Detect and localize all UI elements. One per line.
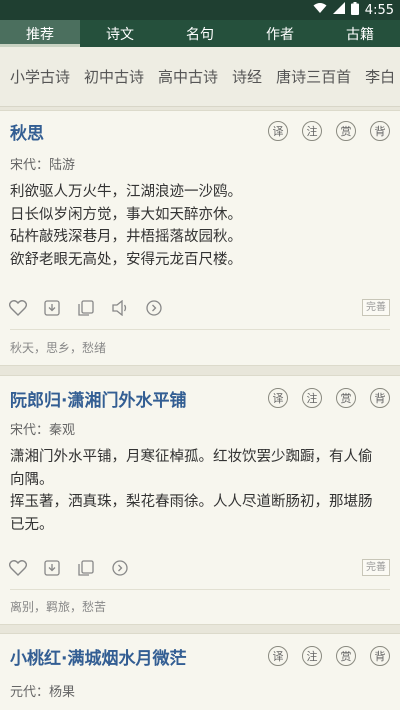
- tab-classics[interactable]: 古籍: [320, 20, 400, 47]
- appreciate-button[interactable]: 赏: [336, 646, 356, 666]
- battery-icon: [350, 1, 359, 19]
- tab-authors[interactable]: 作者: [240, 20, 320, 47]
- appreciate-button[interactable]: 赏: [336, 388, 356, 408]
- poem-title[interactable]: 阮郎归·潇湘门外水平铺: [10, 386, 186, 411]
- status-bar: 4:55: [0, 0, 400, 20]
- recite-button[interactable]: 背: [370, 121, 390, 141]
- divider: [10, 329, 390, 330]
- download-icon[interactable]: [42, 558, 62, 578]
- poem-title[interactable]: 小桃红·满城烟水月微茫: [10, 644, 186, 669]
- annotate-button[interactable]: 注: [302, 646, 322, 666]
- annotate-button[interactable]: 注: [302, 388, 322, 408]
- poem-author: 元代：杨果: [10, 685, 76, 700]
- translate-button[interactable]: 译: [268, 646, 288, 666]
- poem-line: 向隅。: [10, 471, 54, 488]
- poem-line: 利欲驱人万火牛，江湖浪迹一沙鸥。: [10, 184, 242, 200]
- category-li-bai[interactable]: 李白: [365, 66, 395, 87]
- poem-author: 宋代：秦观: [10, 423, 76, 438]
- poem-content: 利欲驱人万火牛，江湖浪迹一沙鸥。 日长似岁闲方觉，事大如天醉亦休。 砧杵敲残深巷…: [10, 181, 390, 271]
- download-icon[interactable]: [42, 298, 62, 318]
- translate-button[interactable]: 译: [268, 388, 288, 408]
- category-senior-high[interactable]: 高中古诗: [158, 66, 218, 87]
- complete-button[interactable]: 完善: [362, 299, 390, 316]
- poem-card: 阮郎归·潇湘门外水平铺 译 注 赏 背 宋代：秦观 潇湘门外水平铺，月寒征棹孤。…: [0, 375, 400, 625]
- status-time: 4:55: [364, 2, 394, 18]
- category-tang-300[interactable]: 唐诗三百首: [276, 66, 351, 87]
- wifi-icon: [313, 2, 327, 18]
- poem-content: 潇湘门外水平铺，月寒征棹孤。红妆饮罢少踟蹰，有人偷 向隅。 挥玉著，洒真珠，梨花…: [10, 446, 390, 536]
- poem-tags[interactable]: 离别，羁旅，愁苦: [10, 598, 106, 615]
- poem-line: 潇湘门外水平铺，月寒征棹孤。红妆饮罢少踟蹰，有人偷: [10, 449, 373, 465]
- copy-icon[interactable]: [76, 558, 96, 578]
- poem-card: 秋思 译 注 赏 背 宋代：陆游 利欲驱人万火牛，江湖浪迹一沙鸥。 日长似岁闲方…: [0, 110, 400, 366]
- annotate-button[interactable]: 注: [302, 121, 322, 141]
- category-bar: 小学古诗 初中古诗 高中古诗 诗经 唐诗三百首 李白: [0, 47, 400, 107]
- poem-tags[interactable]: 秋天，思乡，愁绪: [10, 339, 106, 356]
- top-tab-bar: 推荐 诗文 名句 作者 古籍: [0, 20, 400, 47]
- speaker-icon[interactable]: [110, 298, 130, 318]
- appreciate-button[interactable]: 赏: [336, 121, 356, 141]
- poem-line: 已无。: [10, 516, 54, 533]
- category-junior-high[interactable]: 初中古诗: [84, 66, 144, 87]
- poem-line: 挥玉著，洒真珠，梨花春雨徐。人人尽道断肠初，那堪肠: [10, 494, 373, 510]
- poem-line: 欲舒老眼无高处，安得元龙百尺楼。: [10, 251, 242, 268]
- complete-button[interactable]: 完善: [362, 559, 390, 576]
- recite-button[interactable]: 背: [370, 646, 390, 666]
- more-arrow-icon[interactable]: [144, 298, 164, 318]
- poem-line: 日长似岁闲方觉，事大如天醉亦休。: [10, 206, 242, 223]
- category-primary-school[interactable]: 小学古诗: [10, 66, 70, 87]
- like-heart-icon[interactable]: [8, 298, 28, 318]
- recite-button[interactable]: 背: [370, 388, 390, 408]
- tab-famous-lines[interactable]: 名句: [160, 20, 240, 47]
- poem-author: 宋代：陆游: [10, 158, 76, 173]
- cellular-signal-icon: [332, 2, 345, 18]
- tab-poems[interactable]: 诗文: [80, 20, 160, 47]
- translate-button[interactable]: 译: [268, 121, 288, 141]
- more-arrow-icon[interactable]: [110, 558, 130, 578]
- poem-card: 小桃红·满城烟水月微茫 译 注 赏 背 元代：杨果: [0, 633, 400, 710]
- category-shijing[interactable]: 诗经: [232, 66, 262, 87]
- poem-line: 砧杵敲残深巷月，井梧摇落故园秋。: [10, 229, 242, 245]
- tab-recommend[interactable]: 推荐: [0, 20, 80, 47]
- divider: [10, 589, 390, 590]
- poem-title[interactable]: 秋思: [10, 119, 44, 144]
- copy-icon[interactable]: [76, 298, 96, 318]
- like-heart-icon[interactable]: [8, 558, 28, 578]
